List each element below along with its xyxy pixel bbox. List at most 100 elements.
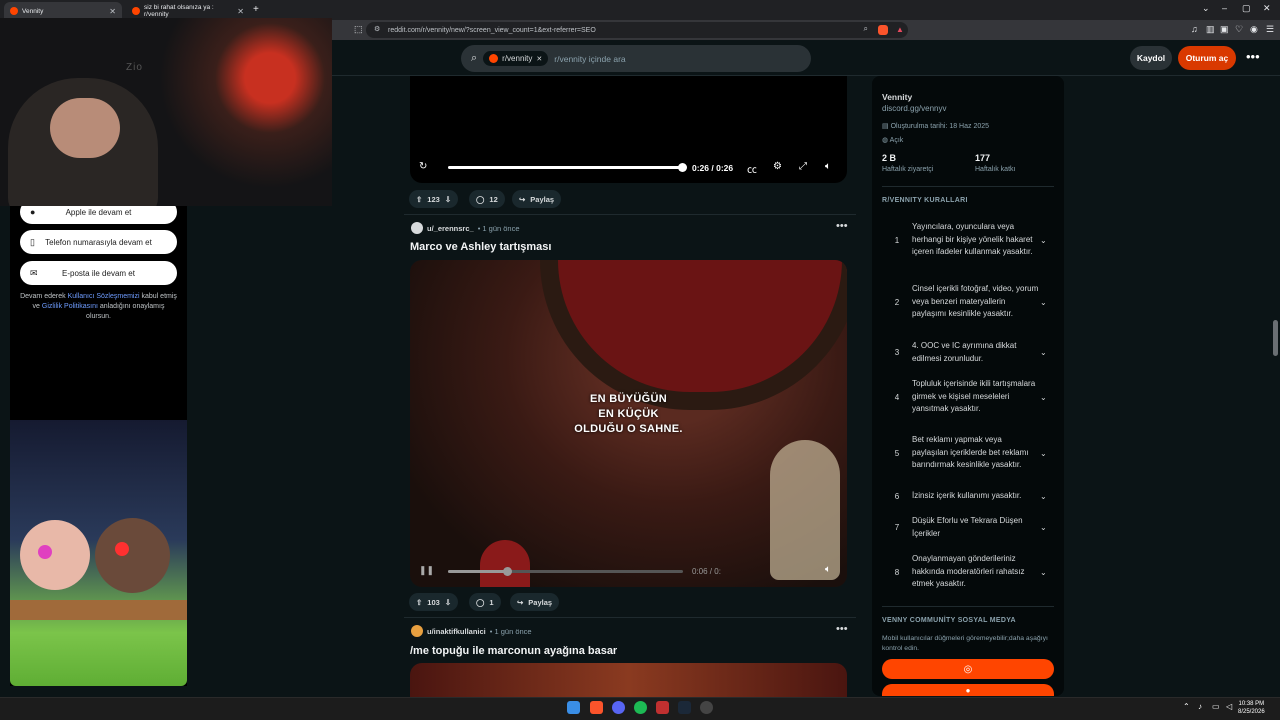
login-button[interactable]: Oturum aç (1178, 46, 1236, 70)
windows-start-icon[interactable] (567, 701, 580, 714)
obs-app-icon[interactable] (700, 701, 713, 714)
microphone-icon[interactable]: ♪ (1198, 702, 1202, 711)
chevron-down-icon[interactable]: ⌄ (1040, 348, 1054, 357)
chevron-down-icon[interactable]: ⌄ (1040, 236, 1054, 245)
privacy-policy-link[interactable]: Gizlilik Politikasını (42, 303, 98, 310)
discord-app-icon[interactable] (612, 701, 625, 714)
close-window-button[interactable]: ✕ (1263, 3, 1271, 14)
social-button-1[interactable]: ◎ (882, 659, 1054, 679)
tray-chevron-icon[interactable]: ⌃ (1183, 702, 1190, 711)
address-bar[interactable]: ⚙ reddit.com/r/vennity/new/?screen_view_… (366, 22, 908, 38)
rule-item-2[interactable]: 2 Cinsel içerikli fotoğraf, video, yorum… (882, 276, 1054, 328)
rule-item-6[interactable]: 6 İzinsiz içerik kullanımı yasaktır. ⌄ (882, 489, 1054, 503)
wallet-icon[interactable]: ▣ (1220, 24, 1229, 35)
progress-knob-2[interactable] (503, 567, 512, 576)
email-login-button[interactable]: ✉ E-posta ile devam et (20, 261, 177, 285)
bookmark-icon[interactable]: ⬚ (354, 24, 363, 35)
pause-icon[interactable]: ❚❚ (419, 565, 434, 576)
search-bar[interactable]: ⌕ r/vennity ✕ r/vennity içinde ara (461, 45, 811, 72)
volume-icon[interactable]: 🔈︎ (825, 161, 831, 172)
scrollbar-thumb[interactable] (1273, 320, 1278, 356)
post-author[interactable]: u/inaktifkullanici (427, 627, 486, 636)
rule-text: 4. OOC ve IC ayrımına dikkat edilmesi zo… (912, 341, 1017, 363)
post-divider (404, 214, 856, 215)
share-button-2[interactable]: ↪ Paylaş (510, 593, 560, 611)
network-icon[interactable]: ▭ (1212, 702, 1220, 711)
upvote-icon[interactable]: ⇧ (416, 598, 422, 607)
post-menu-icon[interactable]: ••• (836, 220, 848, 232)
vote-button-1[interactable]: ⇧ 123 ⇩ (409, 190, 459, 208)
discord-link[interactable]: discord.gg/vennyv (882, 104, 946, 113)
chevron-down-icon[interactable]: ⌄ (1040, 298, 1054, 307)
share-button-1[interactable]: ↪ Paylaş (512, 190, 562, 208)
downvote-icon[interactable]: ⇩ (445, 598, 451, 607)
rule-item-1[interactable]: 1 Yayıncılara, oyunculara veya herhangi … (882, 214, 1054, 266)
brave-shields-icon[interactable] (878, 25, 888, 35)
volume-icon[interactable]: 🔈︎ (825, 564, 831, 575)
chip-close-icon[interactable]: ✕ (536, 55, 542, 63)
post-author[interactable]: u/_erennsrc_ (427, 224, 474, 233)
tab-search-icon[interactable]: ⌄ (1202, 3, 1210, 14)
chevron-down-icon[interactable]: ⌄ (1040, 449, 1054, 458)
video-player-3[interactable] (410, 663, 847, 697)
media-app-icon[interactable] (656, 701, 669, 714)
upvote-icon[interactable]: ⇧ (416, 195, 422, 204)
brave-rewards-icon[interactable]: ▲ (896, 25, 904, 34)
social-button-2[interactable]: ● (882, 684, 1054, 696)
subreddit-chip[interactable]: r/vennity ✕ (483, 51, 549, 66)
created-text: Oluşturulma tarihi: 18 Haz 2025 (890, 123, 990, 130)
video-progress-1[interactable] (448, 166, 683, 169)
steam-app-icon[interactable] (678, 701, 691, 714)
video-progress-2[interactable] (448, 570, 507, 573)
sidebar-icon[interactable]: ▥ (1206, 24, 1215, 35)
taskbar-clock[interactable]: 10:38 PM 8/25/2026 (1238, 700, 1265, 716)
post-title[interactable]: Marco ve Ashley tartışması (410, 241, 551, 253)
minimize-button[interactable]: – (1222, 3, 1227, 13)
rule-item-8[interactable]: 8 Onaylanmayan gönderileriniz hakkında m… (882, 552, 1054, 592)
new-tab-button[interactable]: + (253, 4, 259, 15)
avatar[interactable] (411, 625, 423, 637)
chevron-down-icon[interactable]: ⌄ (1040, 523, 1054, 532)
comments-button-2[interactable]: ◯ 1 (469, 593, 501, 611)
site-settings-icon[interactable]: ⚙ (374, 25, 380, 33)
vote-button-2[interactable]: ⇧ 103 ⇩ (409, 593, 459, 611)
fullscreen-icon[interactable]: ⤢ (799, 161, 807, 172)
extensions-icon[interactable]: ♡ (1235, 24, 1243, 35)
rule-text: Düşük Eforlu ve Tekrara Düşen İçerikler (912, 516, 1023, 538)
more-options-icon[interactable]: ••• (1246, 49, 1260, 64)
spotify-app-icon[interactable] (634, 701, 647, 714)
comments-button-1[interactable]: ◯ 12 (469, 190, 505, 208)
profile-icon[interactable]: ◉ (1250, 24, 1258, 35)
phone-login-button[interactable]: ▯ Telefon numarasıyla devam et (20, 230, 177, 254)
user-agreement-link[interactable]: Kullanıcı Sözleşmemizi (68, 293, 140, 300)
avatar[interactable] (411, 222, 423, 234)
discord-icon: ● (965, 686, 971, 695)
search-placeholder[interactable]: r/vennity içinde ara (554, 54, 625, 64)
signup-button[interactable]: Kaydol (1130, 46, 1172, 70)
chevron-down-icon[interactable]: ⌄ (1040, 568, 1054, 577)
tab-label: Vennity (22, 7, 44, 15)
captions-icon[interactable]: ㏄ (747, 161, 757, 176)
close-tab-icon[interactable]: ✕ (109, 7, 116, 16)
rule-item-3[interactable]: 3 4. OOC ve IC ayrımına dikkat edilmesi … (882, 339, 1054, 366)
chevron-down-icon[interactable]: ⌄ (1040, 393, 1054, 402)
settings-icon[interactable]: ⚙ (773, 161, 782, 172)
scrollbar-track[interactable] (1271, 76, 1279, 696)
replay-icon[interactable]: ↻ (419, 161, 427, 172)
rule-item-7[interactable]: 7 Düşük Eforlu ve Tekrara Düşen İçerikle… (882, 514, 1054, 541)
chevron-down-icon[interactable]: ⌄ (1040, 492, 1054, 501)
rule-item-5[interactable]: 5 Bet reklamı yapmak veya paylaşılan içe… (882, 427, 1054, 479)
zoom-icon[interactable]: ⌕ (864, 24, 868, 34)
speaker-icon[interactable]: ◁ (1226, 702, 1232, 711)
media-icon[interactable]: ♫ (1191, 24, 1198, 34)
progress-knob-1[interactable] (678, 163, 687, 172)
post-title[interactable]: /me topuğu ile marconun ayağına basar (410, 645, 617, 657)
downvote-icon[interactable]: ⇩ (445, 195, 451, 204)
brave-app-icon[interactable] (590, 701, 603, 714)
maximize-button[interactable]: ▢ (1242, 3, 1251, 14)
close-tab-icon[interactable]: ✕ (237, 7, 244, 16)
video-player-2[interactable]: EN BÜYÜĞÜN EN KÜÇÜK OLDUĞU O SAHNE. (410, 260, 847, 587)
rule-item-4[interactable]: 4 Topluluk içerisinde ikili tartışmalara… (882, 377, 1054, 417)
post-menu-icon[interactable]: ••• (836, 623, 848, 635)
menu-icon[interactable]: ☰ (1266, 24, 1274, 35)
